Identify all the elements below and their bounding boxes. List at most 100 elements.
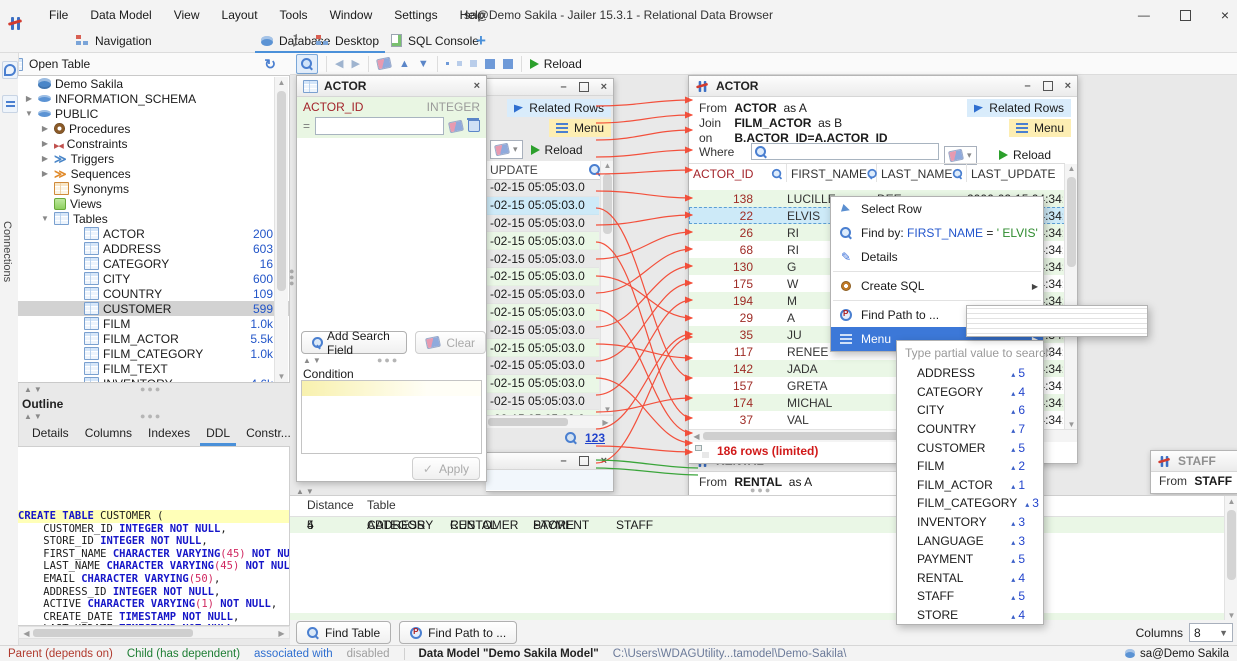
tree-item[interactable]: Views	[18, 196, 289, 211]
actor-window-titlebar[interactable]: ACTOR – ×	[689, 76, 1077, 97]
find-table-button[interactable]: Find Table	[296, 621, 391, 644]
minimize-icon[interactable]: –	[560, 81, 566, 93]
table-menu-item[interactable]: LANGUAGE 3	[897, 531, 1043, 550]
menu-button[interactable]: Menu	[549, 119, 611, 137]
trash-icon[interactable]	[468, 120, 480, 132]
outline-splitter-dots[interactable]: ●●●	[140, 411, 162, 421]
column-first-name[interactable]: FIRST_NAME	[787, 164, 877, 183]
move-up-button[interactable]: ▲	[399, 58, 410, 70]
related-row[interactable]: -02-15 05:05:03.0	[486, 232, 599, 250]
table-menu-item[interactable]: INVENTORY 3	[897, 513, 1043, 532]
detail-tab[interactable]: Indexes	[142, 424, 196, 446]
add-search-field-button[interactable]: Add Search Field	[301, 331, 407, 354]
tree-item[interactable]: ▶ Sequences	[18, 166, 289, 181]
scroll-up-icon[interactable]: ▲	[1225, 497, 1237, 506]
expand-arrow-icon[interactable]: ▼	[24, 109, 34, 118]
eraser-icon[interactable]	[376, 57, 392, 71]
eraser-icon[interactable]	[448, 119, 464, 133]
scroll-thumb[interactable]	[1227, 510, 1236, 580]
connection-button[interactable]	[2, 61, 18, 79]
tree-item[interactable]: CUSTOMER 599	[18, 301, 289, 316]
menu-item[interactable]: Window	[330, 8, 373, 22]
tab-new[interactable]: +	[470, 30, 492, 51]
tree-item[interactable]: ▶ Triggers	[18, 151, 289, 166]
reload-button[interactable]: Reload	[530, 57, 582, 71]
menu-item[interactable]: File	[49, 8, 68, 22]
column-last-update[interactable]: LAST_UPDATE	[967, 164, 1065, 183]
table-menu-item[interactable]: CITY 6	[897, 401, 1043, 420]
menu-item[interactable]: Tools	[280, 8, 308, 22]
menu-item-find-by[interactable]: Find by: FIRST_NAME = ' ELVIS'	[831, 221, 1043, 245]
closure-row[interactable]: 5 ADDRESSCUSTOMERPAYMENTSTAFF	[290, 517, 1237, 533]
tree-item[interactable]: FILM_CATEGORY 1.0k	[18, 346, 289, 361]
expand-arrow-icon[interactable]: ▶	[40, 124, 50, 133]
find-path-button[interactable]: Find Path to ...	[399, 621, 517, 644]
related-vscrollbar[interactable]: ▲ ▼	[600, 161, 613, 414]
minimize-icon[interactable]: —	[1138, 8, 1150, 22]
move-down-button[interactable]: ▼	[418, 58, 429, 70]
tree-item[interactable]: Demo Sakila	[18, 76, 289, 91]
related-hscrollbar[interactable]: ▶	[486, 415, 613, 428]
tab-navigation[interactable]: Navigation	[70, 30, 158, 51]
close-icon[interactable]: ×	[474, 80, 480, 92]
table-menu-item[interactable]: RENTAL 4	[897, 569, 1043, 588]
zoom-level-5[interactable]	[503, 59, 513, 69]
condition-editor[interactable]	[301, 380, 482, 454]
table-menu-item[interactable]: FILM_ACTOR 1	[897, 476, 1043, 495]
table-column-header[interactable]: Table	[367, 498, 396, 512]
table-cell[interactable]: ADDRESS	[367, 518, 450, 532]
related-row[interactable]: -02-15 05:05:03.0	[486, 375, 599, 393]
menu-item[interactable]: Layout	[222, 8, 258, 22]
column-last-name[interactable]: LAST_NAME	[877, 164, 967, 183]
tree-item[interactable]: FILM_TEXT	[18, 361, 289, 376]
scroll-up-icon[interactable]: ▲	[1065, 164, 1078, 173]
reload-button[interactable]: Reload	[999, 148, 1051, 162]
detail-tab[interactable]: DDL	[200, 424, 236, 446]
tree-item[interactable]: FILM 1.0k	[18, 316, 289, 331]
table-cell[interactable]: CUSTOMER	[450, 518, 533, 532]
open-table-button[interactable]: Open Table	[8, 57, 90, 71]
reload-button[interactable]: Reload	[531, 143, 583, 157]
tree-item[interactable]: ▼ PUBLIC	[18, 106, 289, 121]
menu-item-select-row[interactable]: Select Row	[831, 197, 1043, 221]
zoom-select-button[interactable]	[296, 54, 318, 74]
erase-combo[interactable]: ▾	[490, 140, 523, 159]
apply-button[interactable]: ✓ Apply	[412, 457, 480, 480]
tree-item[interactable]: ▶ INFORMATION_SCHEMA	[18, 91, 289, 106]
table-menu-item[interactable]: CUSTOMER 5	[897, 438, 1043, 457]
menu-item-details[interactable]: Details	[831, 245, 1043, 269]
tree-splitter-arrows[interactable]: ▲▼	[24, 385, 44, 394]
related-row[interactable]: -02-15 05:05:03.0	[486, 339, 599, 357]
related-row[interactable]: -02-15 05:05:03.0	[486, 215, 599, 233]
related-row[interactable]: -02-15 05:05:03.0	[486, 304, 599, 322]
search-icon[interactable]	[867, 168, 872, 178]
menu-button[interactable]: Menu	[1009, 119, 1071, 137]
scroll-thumb[interactable]	[603, 174, 612, 234]
expand-arrow-icon[interactable]: ▼	[40, 214, 50, 223]
connections-label[interactable]: Connections	[1, 221, 13, 282]
tree-item[interactable]: INVENTORY 4.6k	[18, 376, 289, 383]
table-cell[interactable]: PAYMENT	[533, 518, 616, 532]
connection-indicator[interactable]: sa@Demo Sakila	[1125, 648, 1229, 660]
close-icon[interactable]: ×	[1065, 80, 1071, 92]
maximize-icon[interactable]	[579, 82, 589, 92]
table-cell[interactable]: STAFF	[616, 518, 699, 532]
zoom-level-4[interactable]	[485, 59, 495, 69]
tree-item[interactable]: ACTOR 200	[18, 226, 289, 241]
related-row[interactable]: -02-15 05:05:03.0	[486, 268, 599, 286]
related-rows-button[interactable]: Related Rows	[507, 99, 611, 117]
tree-scrollbar[interactable]: ▲ ▼	[274, 77, 288, 382]
scroll-down-icon[interactable]: ▼	[1225, 611, 1237, 620]
scroll-left-icon[interactable]: ◀	[690, 432, 703, 441]
menu-item[interactable]: View	[174, 8, 200, 22]
detail-tab[interactable]: Columns	[79, 424, 138, 446]
detail-tab[interactable]: Details	[26, 424, 75, 446]
expand-arrow-icon[interactable]: ▶	[40, 154, 50, 163]
scroll-thumb[interactable]	[277, 91, 286, 291]
minimize-icon[interactable]: –	[1024, 80, 1030, 92]
related-row[interactable]: -02-15 05:05:03.0	[486, 197, 599, 215]
data-model-label[interactable]: Data Model "Demo Sakila Model"	[404, 648, 599, 660]
closure-splitter-dots[interactable]: ●●●	[750, 485, 772, 495]
table-menu-item[interactable]: CATEGORY 4	[897, 383, 1043, 402]
connection-list-button[interactable]	[2, 95, 18, 113]
